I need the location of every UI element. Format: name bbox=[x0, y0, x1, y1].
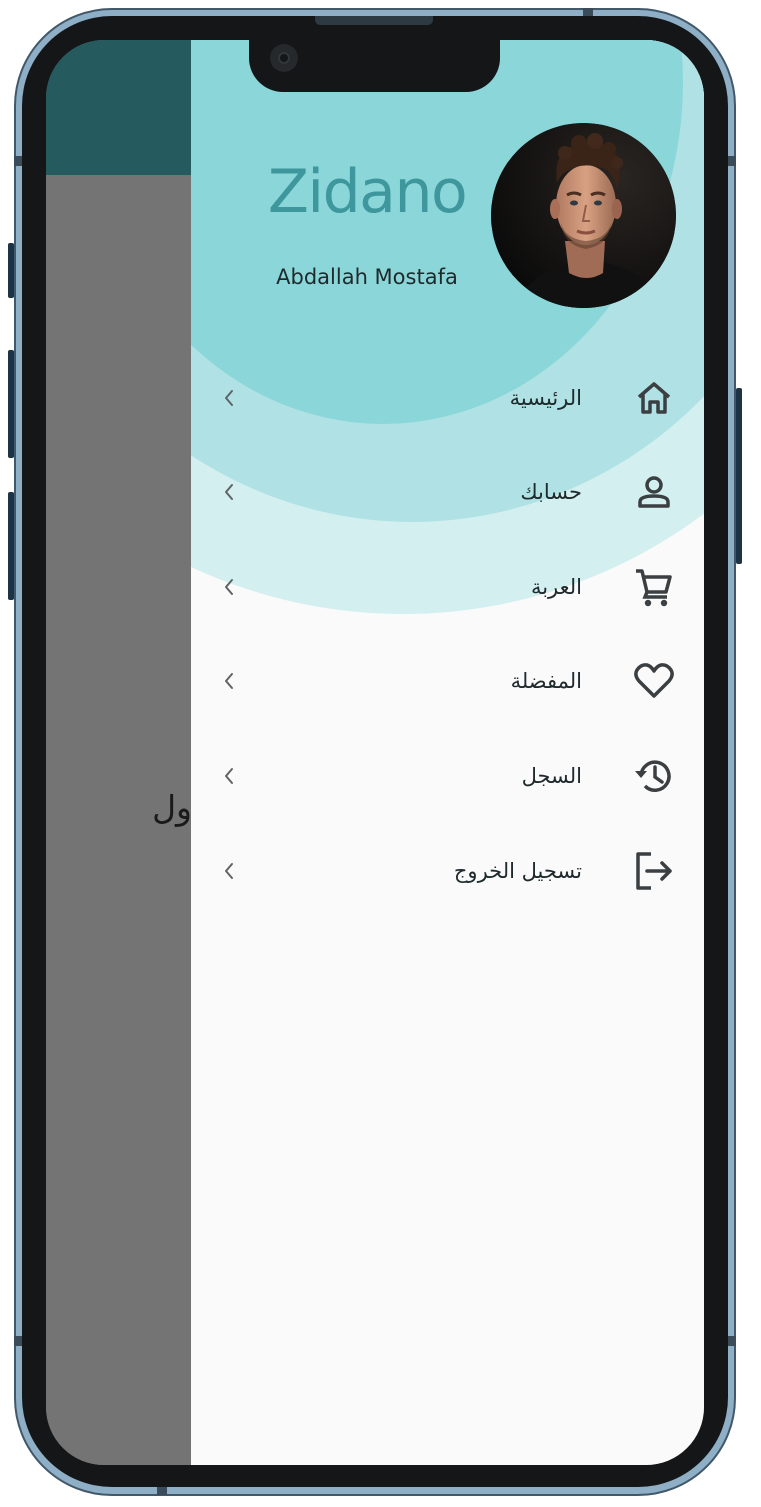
cart-icon bbox=[632, 565, 676, 609]
volume-down-button bbox=[8, 492, 14, 600]
antenna-band bbox=[14, 1336, 22, 1346]
history-icon bbox=[632, 754, 676, 798]
drawer-item-history[interactable]: السجل bbox=[191, 731, 704, 821]
antenna-band bbox=[14, 156, 22, 166]
drawer-item-label: تسجيل الخروج bbox=[453, 859, 582, 883]
volume-up-button bbox=[8, 350, 14, 458]
chevron-left-icon bbox=[219, 826, 239, 916]
drawer-item-label: حسابك bbox=[520, 480, 582, 504]
user-name: Abdallah Mostafa bbox=[276, 265, 458, 289]
chevron-left-icon bbox=[219, 447, 239, 537]
home-icon bbox=[632, 376, 676, 420]
chevron-left-icon bbox=[219, 353, 239, 443]
screen: ول Zidano Abdallah Mostafa الرئيسية حساب… bbox=[46, 40, 704, 1465]
top-speaker bbox=[315, 16, 433, 25]
antenna-band bbox=[728, 1336, 736, 1346]
drawer-item-home[interactable]: الرئيسية bbox=[191, 353, 704, 443]
heart-icon bbox=[632, 659, 676, 703]
avatar[interactable] bbox=[491, 123, 676, 308]
drawer-item-favorites[interactable]: المفضلة bbox=[191, 636, 704, 726]
antenna-band bbox=[583, 8, 593, 16]
antenna-band bbox=[157, 1487, 167, 1495]
chevron-left-icon bbox=[219, 542, 239, 632]
chevron-left-icon bbox=[219, 731, 239, 821]
app-title: Zidano bbox=[267, 157, 468, 227]
power-button bbox=[736, 388, 742, 564]
drawer-item-account[interactable]: حسابك bbox=[191, 447, 704, 537]
drawer-item-cart[interactable]: العربة bbox=[191, 542, 704, 632]
navigation-drawer: Zidano Abdallah Mostafa الرئيسية حسابك ا… bbox=[191, 40, 704, 1465]
background-page-text: ول bbox=[152, 788, 192, 827]
chevron-left-icon bbox=[219, 636, 239, 726]
silent-switch bbox=[8, 243, 14, 298]
logout-icon bbox=[632, 849, 676, 893]
drawer-item-logout[interactable]: تسجيل الخروج bbox=[191, 826, 704, 916]
drawer-item-label: الرئيسية bbox=[509, 386, 582, 410]
antenna-band bbox=[728, 156, 736, 166]
drawer-item-label: السجل bbox=[521, 764, 582, 788]
drawer-item-label: المفضلة bbox=[510, 669, 582, 693]
person-icon bbox=[632, 470, 676, 514]
avatar-photo bbox=[491, 123, 676, 308]
drawer-item-label: العربة bbox=[530, 575, 582, 599]
front-camera bbox=[270, 44, 298, 72]
